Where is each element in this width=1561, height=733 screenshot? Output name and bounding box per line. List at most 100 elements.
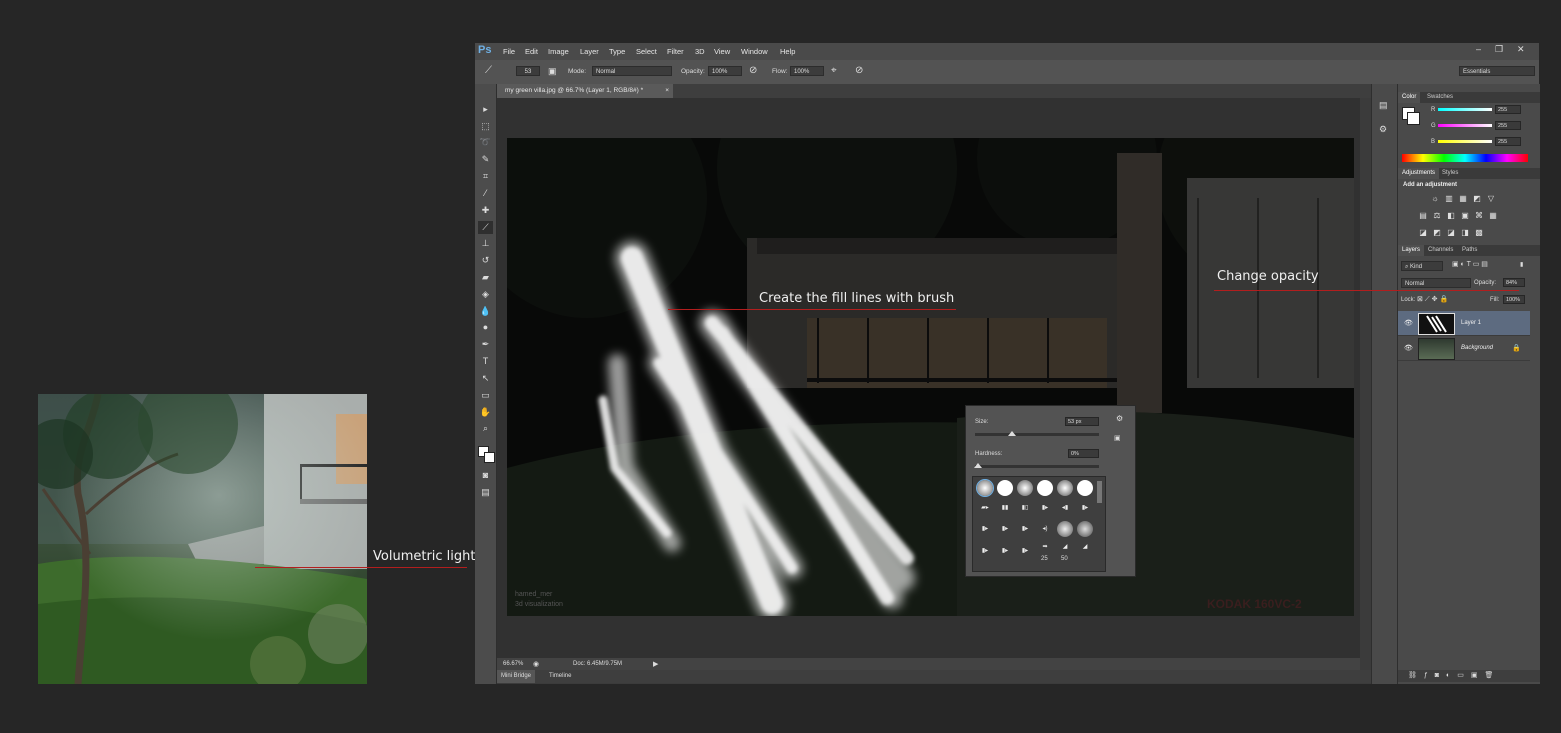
brush-preset-list[interactable]: ▰▸ ▮▮ ▮▯ ▮▸ ◂▮ ▮▸ ▮▸ ▮▸ ▮▸ ◂) ▮▸ ▮▸ ▮▸ ➡… [972,476,1106,572]
preset-soft-round-selected[interactable] [976,479,994,497]
tab-mini-bridge[interactable]: Mini Bridge [497,670,536,683]
size-slider-track[interactable] [975,431,1099,436]
hardness-slider-thumb[interactable] [974,463,982,468]
color-spectrum-bar[interactable] [1402,154,1528,162]
color-lookup-icon[interactable]: ▦ [1488,211,1498,220]
quick-mask-icon[interactable]: ◙ [478,469,493,482]
tab-swatches[interactable]: Swatches [1423,92,1457,103]
brush-tool-active-icon[interactable]: ⟋ [478,221,493,234]
channel-g-input[interactable]: 255 [1495,121,1521,130]
threshold-icon[interactable]: ◪ [1446,228,1456,237]
pressure-opacity-icon[interactable]: ⊘ [749,65,757,76]
new-preset-icon[interactable]: ▣ [1114,434,1121,442]
filter-pixel-icon[interactable]: ▣ ◐ T ▭ ▤ [1452,260,1488,268]
quick-select-tool-icon[interactable]: ✎ [478,153,493,166]
preset-brush-icon[interactable]: ▰▸ [979,504,991,512]
screen-mode-icon[interactable]: ▤ [478,486,493,499]
airbrush-icon[interactable]: ⌖ [831,65,837,76]
preset-brush-icon[interactable]: ▮▸ [979,547,991,555]
filter-toggle-icon[interactable]: ▮ [1520,261,1523,268]
tab-color[interactable]: Color [1398,92,1421,103]
preset-hard-round-2[interactable] [1037,480,1053,496]
tab-timeline[interactable]: Timeline [545,670,575,683]
close-tab-icon[interactable]: × [665,84,669,98]
preset-soft-round-2[interactable] [1057,480,1073,496]
layer-kind-filter[interactable]: ⌕ Kind [1401,261,1443,271]
background-layer-name[interactable]: Background [1461,345,1493,351]
size-input[interactable]: 53 px [1065,417,1099,426]
menu-3d[interactable]: 3D [695,47,705,56]
gear-icon[interactable]: ⚙ [1116,414,1123,423]
layer-opacity-input[interactable]: 84% [1503,278,1525,287]
channel-mixer-icon[interactable]: ⌘ [1474,211,1484,220]
document-canvas[interactable]: hamed_mer 3d visualization KODAK 160VC-2 [507,138,1354,616]
layers-footer-icons[interactable]: ⛓ƒ◙◐▭▣🗑 [1408,671,1500,679]
minimize-button[interactable]: – [1476,44,1481,54]
blend-mode-select[interactable]: Normal [1401,278,1471,288]
menu-view[interactable]: View [714,47,730,56]
invert-icon[interactable]: ◪ [1418,228,1428,237]
menu-filter[interactable]: Filter [667,47,684,56]
flow-input[interactable]: 100% [790,66,824,76]
workspace-select[interactable]: Essentials [1459,66,1535,76]
clone-stamp-tool-icon[interactable]: ⊥ [478,237,493,250]
fill-input[interactable]: 100% [1503,295,1525,304]
preset-brush-icon[interactable]: ◢ [1079,543,1091,551]
channel-b-input[interactable]: 255 [1495,137,1521,146]
document-tab[interactable]: my green villa.jpg @ 66.7% (Layer 1, RGB… [497,84,673,98]
canvas-area[interactable]: hamed_mer 3d visualization KODAK 160VC-2… [497,98,1360,658]
status-menu-icon[interactable]: ◉ [533,660,539,668]
zoom-tool-icon[interactable]: ⌕ [478,422,493,435]
menu-help[interactable]: Help [780,47,795,56]
pressure-size-icon[interactable]: ⊘ [855,65,863,76]
preset-brush-icon[interactable]: ▮▸ [1019,547,1031,555]
channel-r-slider[interactable] [1438,108,1492,111]
levels-icon[interactable]: ▥ [1444,194,1454,203]
healing-brush-tool-icon[interactable]: ✚ [478,204,493,217]
menu-edit[interactable]: Edit [525,47,538,56]
preset-brush-icon[interactable]: ◂▮ [1059,504,1071,512]
layer-row-layer-1[interactable]: 👁 Layer 1 [1398,311,1530,336]
hue-saturation-icon[interactable]: ▤ [1418,211,1428,220]
brush-size-picker[interactable]: 53 [516,66,540,76]
preset-brush-icon[interactable]: ▮▮ [999,504,1011,512]
blur-tool-icon[interactable]: 💧 [478,305,493,318]
tab-styles[interactable]: Styles [1438,168,1462,179]
status-arrow-icon[interactable]: ▶ [653,660,658,668]
preset-brush-icon[interactable]: ➡ [1039,543,1051,551]
preset-brush-icon[interactable]: ▮▸ [1079,504,1091,512]
restore-button[interactable]: ❐ [1495,44,1503,55]
preset-brush-icon[interactable]: ▮▯ [1019,504,1031,512]
preset-brush-icon[interactable]: ▮▸ [1039,504,1051,512]
brush-panel-toggle-icon[interactable]: ▣ [548,66,557,77]
visibility-eye-icon[interactable]: 👁 [1404,344,1413,352]
dodge-tool-icon[interactable]: ● [478,321,493,334]
properties-panel-icon[interactable]: ⚙ [1379,124,1387,135]
preset-soft-round-large[interactable] [1077,521,1093,537]
history-brush-tool-icon[interactable]: ↺ [478,254,493,267]
menu-file[interactable]: File [503,47,515,56]
preset-hard-round[interactable] [997,480,1013,496]
photo-filter-icon[interactable]: ▣ [1460,211,1470,220]
size-slider-thumb[interactable] [1008,431,1017,436]
brush-tool-icon[interactable]: ⟋ [485,65,492,76]
hardness-input[interactable]: 0% [1068,449,1099,458]
close-window-button[interactable]: ✕ [1517,44,1525,55]
mode-select[interactable]: Normal [592,66,672,76]
background-swatch[interactable] [1407,112,1420,125]
channel-r-input[interactable]: 255 [1495,105,1521,114]
path-select-tool-icon[interactable]: ↖ [478,372,493,385]
selective-color-icon[interactable]: ◨ [1460,228,1470,237]
curves-icon[interactable]: ▦ [1458,194,1468,203]
crop-tool-icon[interactable]: ⌗ [478,170,493,183]
preset-brush-icon[interactable]: ▮▸ [999,525,1011,533]
menu-select[interactable]: Select [636,47,657,56]
tab-channels[interactable]: Channels [1424,245,1457,256]
menu-layer[interactable]: Layer [580,47,599,56]
tab-adjustments[interactable]: Adjustments [1398,168,1440,179]
preset-brush-icon[interactable]: ▮▸ [979,525,991,533]
channel-g-slider[interactable] [1438,124,1492,127]
eyedropper-tool-icon[interactable]: ⁄ [478,187,493,200]
layer-1-name[interactable]: Layer 1 [1461,320,1481,326]
preset-soft-round-large[interactable] [1057,521,1073,537]
